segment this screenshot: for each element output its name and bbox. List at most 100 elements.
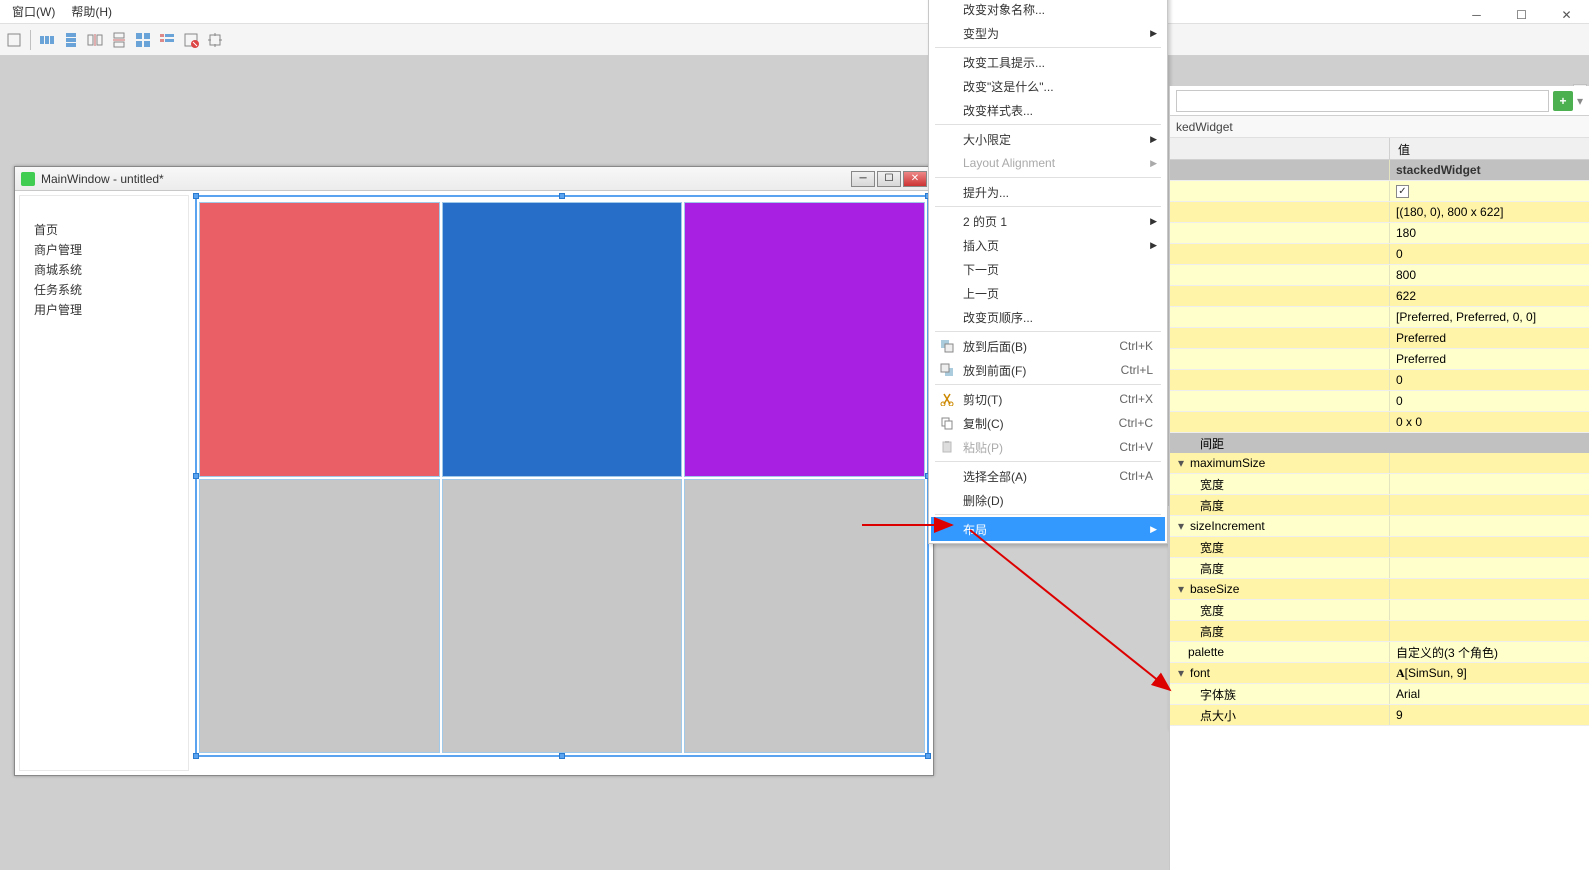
menu-page-info[interactable]: 2 的页 1▶ — [931, 209, 1165, 233]
menu-size-constraints[interactable]: 大小限定▶ — [931, 127, 1165, 151]
menu-help[interactable]: 帮助(H) — [71, 3, 112, 20]
context-menu: 改变对象名称... 变型为▶ 改变工具提示... 改变"这是什么"... 改变样… — [928, 0, 1168, 544]
menu-insert-page[interactable]: 插入页▶ — [931, 233, 1165, 257]
layout-splitv-icon[interactable] — [109, 30, 129, 50]
property-row[interactable]: 字体族Arial — [1170, 684, 1589, 705]
menu-promote-to[interactable]: 提升为... — [931, 180, 1165, 204]
property-table: stackedWidget✓[(180, 0), 800 x 622]18008… — [1170, 160, 1589, 433]
sidebar-item: 商户管理 — [34, 240, 174, 260]
layout-break-icon[interactable] — [181, 30, 201, 50]
property-row[interactable]: 宽度 — [1170, 537, 1589, 558]
widget-gray-2[interactable] — [442, 479, 683, 754]
sidebar-item: 首页 — [34, 220, 174, 240]
annotation-arrow-2 — [960, 520, 1190, 700]
window-controls: ─ ☐ ✕ — [1454, 0, 1589, 30]
menu-cut[interactable]: 剪切(T)Ctrl+X — [931, 387, 1165, 411]
property-row[interactable]: 180 — [1170, 223, 1589, 244]
property-row[interactable]: Preferred — [1170, 328, 1589, 349]
property-header-name — [1170, 138, 1390, 159]
design-minimize[interactable]: ─ — [851, 171, 875, 187]
menu-delete[interactable]: 删除(D) — [931, 488, 1165, 512]
property-row[interactable]: ✓ — [1170, 181, 1589, 202]
menu-copy[interactable]: 复制(C)Ctrl+C — [931, 411, 1165, 435]
property-row[interactable]: 宽度 — [1170, 474, 1589, 495]
property-filter-input[interactable] — [1176, 90, 1549, 112]
menu-next-page[interactable]: 下一页 — [931, 257, 1165, 281]
qt-logo-icon — [21, 172, 35, 186]
property-row[interactable]: 高度 — [1170, 558, 1589, 579]
property-row[interactable]: 0 x 0 — [1170, 412, 1589, 433]
layout-horizontal-icon[interactable] — [37, 30, 57, 50]
menu-change-whatsthis[interactable]: 改变"这是什么"... — [931, 74, 1165, 98]
property-row[interactable]: 高度 — [1170, 621, 1589, 642]
property-row[interactable]: 高度 — [1170, 495, 1589, 516]
property-header: 值 — [1170, 138, 1589, 160]
menu-change-page-order[interactable]: 改变页顺序... — [931, 305, 1165, 329]
menu-change-stylesheet[interactable]: 改变样式表... — [931, 98, 1165, 122]
property-row[interactable]: ▾baseSize — [1170, 579, 1589, 600]
property-row[interactable]: ▾maximumSize — [1170, 453, 1589, 474]
menu-paste: 粘贴(P)Ctrl+V — [931, 435, 1165, 459]
property-menu-button[interactable]: ▾ — [1577, 94, 1583, 108]
property-row[interactable]: ▾fontA [SimSun, 9] — [1170, 663, 1589, 684]
menu-send-back[interactable]: 放到后面(B)Ctrl+K — [931, 334, 1165, 358]
window-maximize[interactable]: ☐ — [1499, 0, 1544, 30]
menu-layout-alignment: Layout Alignment▶ — [931, 151, 1165, 175]
property-row[interactable]: [Preferred, Preferred, 0, 0] — [1170, 307, 1589, 328]
cut-icon — [939, 391, 955, 407]
property-panel: + ▾ kedWidget 值 stackedWidget✓[(180, 0),… — [1169, 86, 1589, 870]
window-minimize[interactable]: ─ — [1454, 0, 1499, 30]
property-row[interactable]: 800 — [1170, 265, 1589, 286]
property-row[interactable]: 点大小9 — [1170, 705, 1589, 726]
menu-morph-into[interactable]: 变型为▶ — [931, 21, 1165, 45]
widget-purple[interactable] — [684, 202, 925, 477]
layout-grid-icon[interactable] — [133, 30, 153, 50]
property-table-lower: ▾maximumSize宽度高度▾sizeIncrement宽度高度▾baseS… — [1170, 453, 1589, 726]
add-property-button[interactable]: + — [1553, 91, 1573, 111]
menu-bring-front[interactable]: 放到前面(F)Ctrl+L — [931, 358, 1165, 382]
design-maximize[interactable]: ☐ — [877, 171, 901, 187]
menu-select-all[interactable]: 选择全部(A)Ctrl+A — [931, 464, 1165, 488]
copy-icon — [939, 415, 955, 431]
layout-vertical-icon[interactable] — [61, 30, 81, 50]
property-row[interactable]: 0 — [1170, 391, 1589, 412]
layout-adjust-icon[interactable] — [205, 30, 225, 50]
property-header-value: 值 — [1390, 138, 1589, 159]
sidebar-item: 任务系统 — [34, 280, 174, 300]
widget-gray-1[interactable] — [199, 479, 440, 754]
widget-gray-3[interactable] — [684, 479, 925, 754]
property-row[interactable]: 0 — [1170, 370, 1589, 391]
paste-icon — [939, 439, 955, 455]
design-titlebar: MainWindow - untitled* ─ ☐ ✕ — [15, 167, 933, 191]
layout-form-icon[interactable] — [157, 30, 177, 50]
toolbar — [0, 24, 1589, 56]
property-row[interactable]: ▾sizeIncrement — [1170, 516, 1589, 537]
window-close[interactable]: ✕ — [1544, 0, 1589, 30]
property-row[interactable]: [(180, 0), 800 x 622] — [1170, 202, 1589, 223]
property-row[interactable]: Preferred — [1170, 349, 1589, 370]
property-row[interactable]: 宽度 — [1170, 600, 1589, 621]
property-row[interactable]: stackedWidget — [1170, 160, 1589, 181]
design-close[interactable]: ✕ — [903, 171, 927, 187]
bring-front-icon — [939, 362, 955, 378]
property-row[interactable]: palette自定义的(3 个角色) — [1170, 642, 1589, 663]
object-class-label: kedWidget — [1170, 116, 1589, 138]
design-title: MainWindow - untitled* — [41, 172, 845, 186]
menu-change-object-name[interactable]: 改变对象名称... — [931, 0, 1165, 21]
menubar: 窗口(W) 帮助(H) — [0, 0, 1589, 24]
menu-prev-page[interactable]: 上一页 — [931, 281, 1165, 305]
widget-red[interactable] — [199, 202, 440, 477]
widget-blue[interactable] — [442, 202, 683, 477]
menu-change-tooltip[interactable]: 改变工具提示... — [931, 50, 1165, 74]
layout-splith-icon[interactable] — [85, 30, 105, 50]
toolbar-btn-1[interactable] — [4, 30, 24, 50]
property-row[interactable]: 0 — [1170, 244, 1589, 265]
stacked-widget[interactable]: ◂▸ — [195, 195, 929, 757]
grid-layout — [199, 202, 925, 753]
menu-window[interactable]: 窗口(W) — [12, 3, 55, 20]
menu-layout[interactable]: 布局▶ — [931, 517, 1165, 541]
property-row[interactable]: 622 — [1170, 286, 1589, 307]
design-body: 首页 商户管理 商城系统 任务系统 用户管理 ◂▸ — [15, 191, 933, 775]
property-toolbar: + ▾ — [1170, 86, 1589, 116]
sidebar-widget[interactable]: 首页 商户管理 商城系统 任务系统 用户管理 — [19, 195, 189, 771]
